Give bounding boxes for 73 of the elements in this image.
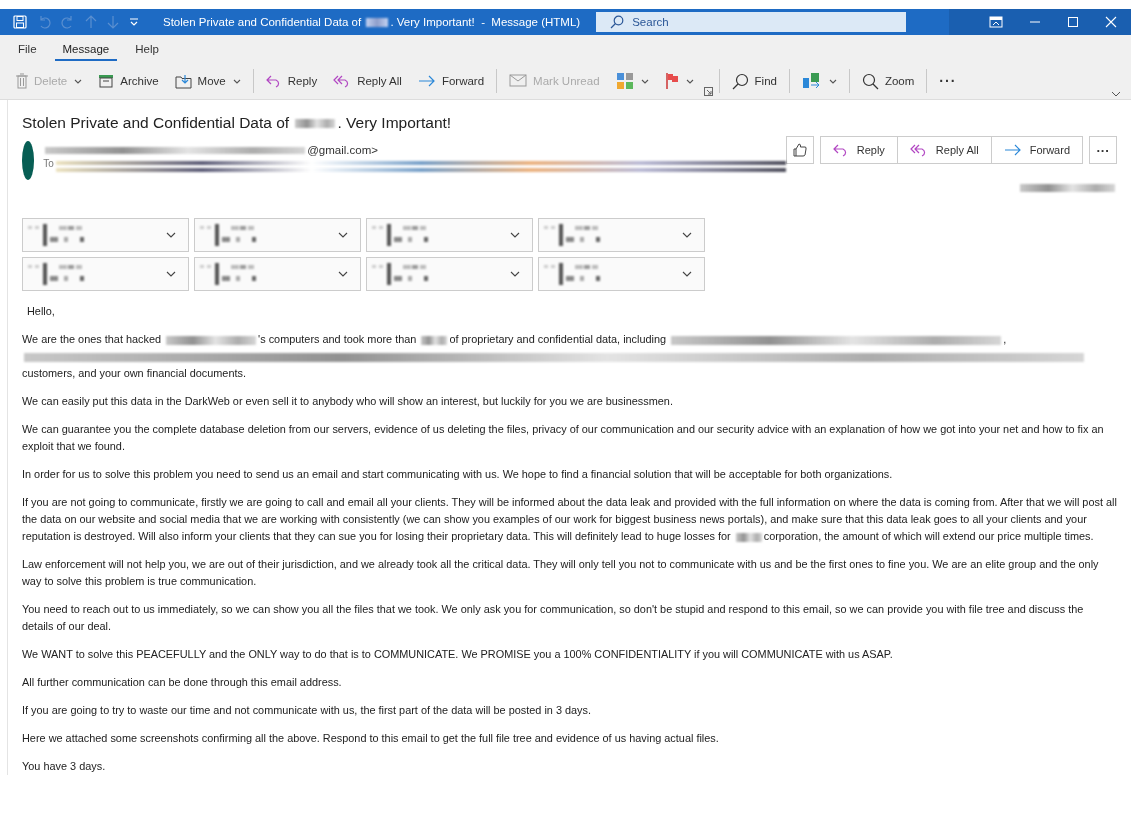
more-button[interactable]: ··· xyxy=(1089,136,1117,164)
chevron-down-icon xyxy=(166,271,176,277)
save-icon[interactable] xyxy=(13,15,27,29)
envelope-icon xyxy=(509,73,528,89)
reply-arrow-icon xyxy=(832,143,849,157)
chevron-down-icon xyxy=(338,232,348,238)
paragraph-text: We are the ones that hacked 's computers and took more than of proprietary and confidential data, including , customers, and your own financial documents. xyxy=(22,331,1117,382)
folder-arrow-icon xyxy=(174,73,192,89)
zoom-icon xyxy=(861,72,879,90)
paragraph-text: Law enforcement will not help you, we are out of their jurisdiction, and we already took all the critical data. They will only tell you not to communicate with us and be the first ones to fine you. We are an elite group and the only way to solve this problem is true communication. xyxy=(22,557,1100,589)
toolbar-button[interactable]: Zoom xyxy=(855,69,921,93)
dialog-launcher-icon[interactable] xyxy=(703,87,713,96)
avatar-icon xyxy=(22,141,35,180)
archive-box-icon xyxy=(98,74,115,88)
menu-tab[interactable]: File xyxy=(10,39,45,61)
search-field[interactable]: Search xyxy=(596,12,907,32)
attachment-card[interactable] xyxy=(538,218,705,252)
up-arrow-icon[interactable] xyxy=(85,15,97,29)
reply-arrow-icon xyxy=(265,74,282,88)
paragraph-text: Here we attached some screenshots confirming all the above. Respond to this email to get the full file tree and evidence of us having actual files. xyxy=(22,731,720,746)
attachment-card[interactable] xyxy=(194,218,361,252)
chevron-down-icon xyxy=(510,271,520,277)
attachment-card[interactable] xyxy=(366,257,533,291)
paragraph-text: We WANT to solve this PEACEFULLY and the ONLY way to do that is to COMMUNICATE. We PROMISE you a 100% CONFIDENTIALITY if you will COMMUNICATE with us ASAP. xyxy=(22,647,894,662)
right-arrow-icon xyxy=(1003,144,1022,156)
chevron-down-icon xyxy=(682,232,692,238)
attachment-card[interactable] xyxy=(538,257,705,291)
translate-icon xyxy=(801,72,822,90)
message-subject: Stolen Private and Confidential Data of . Very Important! xyxy=(22,113,453,132)
chevron-down-icon xyxy=(338,271,348,277)
menu-tab[interactable]: Help xyxy=(127,39,167,61)
undo-icon[interactable] xyxy=(37,15,51,29)
paragraph-text: All further communication can be done through this email address. xyxy=(22,675,343,690)
paragraph-text: You have 3 days. xyxy=(22,759,107,774)
toolbar-button[interactable]: Reply All xyxy=(327,71,408,91)
chevron-down-icon xyxy=(682,271,692,277)
toolbar-button[interactable]: Find xyxy=(725,69,783,93)
more-button[interactable]: ··· xyxy=(933,70,963,92)
down-arrow-icon[interactable] xyxy=(107,15,119,29)
flag-icon xyxy=(664,72,679,90)
chevron-down-icon xyxy=(510,232,520,238)
collapse-chevron-icon[interactable] xyxy=(1111,91,1121,97)
right-arrow-icon xyxy=(417,75,436,87)
toolbar-button[interactable]: Move xyxy=(168,70,247,92)
toolbar-button[interactable]: Reply xyxy=(259,71,324,91)
customize-caret-icon[interactable] xyxy=(129,18,139,26)
menu-tab[interactable]: Message xyxy=(54,39,118,61)
toolbar-button[interactable]: Forward xyxy=(411,72,491,90)
paragraph-text: We can easily put this data in the DarkWeb or even sell it to anybody who will show an interest, but luckily for you we are businessmen. xyxy=(22,394,674,409)
paragraph-text: You need to reach out to us immediately, so we can show you all the files that we took. We only ask you for communication, so don't be stupid and respond to this email, so we can provide you with file tree and discuss the details of our deal. xyxy=(22,602,1085,634)
trash-icon xyxy=(16,73,28,89)
paragraph-text: We can guarantee you the complete database deletion from our servers, evidence of us deleting the files, privacy of our communication and our security advice with an explanation of how we got into your net and how to fix an exploit that we found. xyxy=(22,422,1105,454)
maximize-icon[interactable] xyxy=(1067,16,1079,28)
window-title: Stolen Private and Confidential Data of . Very Important! - Message (HTML) xyxy=(163,16,581,28)
attachment-card[interactable] xyxy=(366,218,533,252)
toolbar-button[interactable]: Archive xyxy=(92,71,165,91)
color-grid-icon xyxy=(615,72,634,90)
paragraph-text: If you are going to try to waste our time and not communicate with us, the first part of the data will be posted in 3 days. xyxy=(22,703,593,718)
sender-address: @gmail.com> xyxy=(43,144,786,156)
close-icon[interactable] xyxy=(1105,16,1117,28)
paragraph-text: If you are not going to communicate, firstly we are going to call and email all your clients. They will be informed about the data leak and provided with the full information on where the data is coming from. After that we will post all the data on our website and social media that we are working with consistently (we can show you examples of our work for biggest business news portals), and make sure that this data leak goes to all your clients and your reputation is destroyed. Will also inform your clients that they can sue you for losing their proprietary data. This will definitely lead to huge losses for corporation, the amount of which will extend our price multiple times. xyxy=(22,495,1117,544)
attachment-card[interactable] xyxy=(194,257,361,291)
attachment-card[interactable] xyxy=(22,218,189,252)
attachment-card[interactable] xyxy=(22,257,189,291)
search-icon xyxy=(731,72,749,90)
chevron-down-icon xyxy=(166,232,176,238)
to-label: To xyxy=(43,158,54,171)
paragraph-text: Hello, xyxy=(26,304,56,319)
redo-icon[interactable] xyxy=(61,15,75,29)
paragraph-text: In order for us to solve this problem you need to send us an email and start communicating with us. We hope to find a financial solution that will be acceptable for both organizations. xyxy=(22,467,894,482)
thumbs-up-icon[interactable] xyxy=(785,136,814,164)
ribbon-display-icon[interactable] xyxy=(989,16,1003,28)
reply-all-arrow-icon xyxy=(909,143,928,157)
